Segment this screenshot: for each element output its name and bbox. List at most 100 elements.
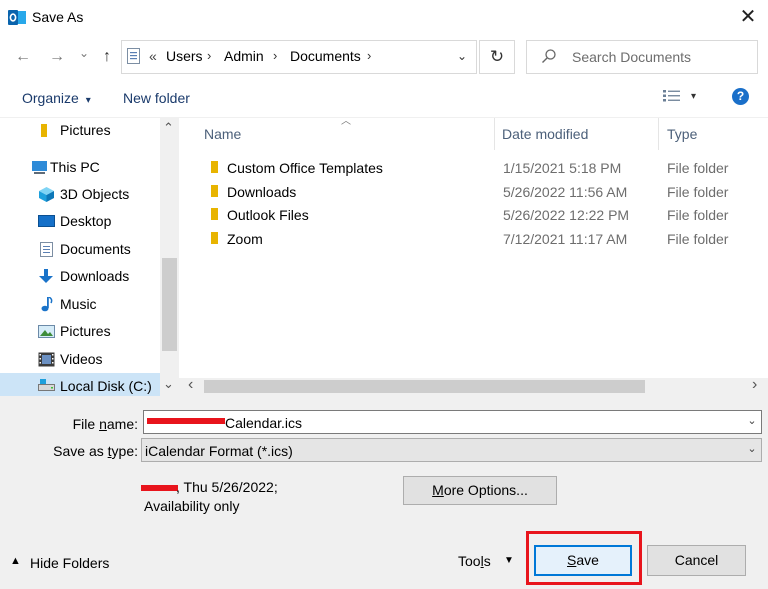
column-header-type[interactable]: Type bbox=[667, 126, 697, 142]
column-header-date-modified[interactable]: Date modified bbox=[502, 126, 588, 142]
forward-arrow-icon[interactable]: → bbox=[46, 44, 68, 70]
file-date: 5/26/2022 11:56 AM bbox=[503, 184, 628, 200]
calendar-info-line1: , Thu 5/26/2022; bbox=[176, 479, 278, 495]
file-type: File folder bbox=[667, 160, 729, 176]
hide-folders-icon[interactable]: ▲ bbox=[10, 555, 21, 567]
back-arrow-icon[interactable]: ← bbox=[12, 44, 34, 70]
breadcrumb-overflow[interactable]: « bbox=[149, 48, 157, 64]
cancel-button[interactable]: Cancel bbox=[647, 545, 746, 576]
table-row[interactable]: Zoom 7/12/2021 11:17 AM File folder bbox=[196, 227, 756, 251]
pictures-icon bbox=[38, 324, 55, 339]
file-type: File folder bbox=[667, 207, 729, 223]
3d-objects-icon bbox=[38, 187, 55, 202]
sidebar-item-music[interactable]: Music bbox=[0, 292, 160, 318]
tools-button[interactable]: Tools bbox=[458, 553, 491, 569]
scroll-down-icon[interactable]: ⌄ bbox=[163, 376, 174, 392]
title-bar bbox=[0, 0, 768, 36]
videos-icon bbox=[38, 352, 55, 367]
breadcrumb-documents[interactable]: Documents bbox=[290, 48, 361, 64]
file-name-value: Calendar.ics bbox=[225, 415, 303, 431]
folder-icon bbox=[208, 207, 221, 220]
sidebar-item-videos[interactable]: Videos bbox=[0, 347, 160, 373]
sidebar-item-local-disk[interactable]: Local Disk (C:) bbox=[0, 373, 160, 396]
sidebar-item-label: Pictures bbox=[60, 122, 111, 138]
downloads-icon bbox=[39, 269, 53, 284]
sidebar-scrollbar[interactable] bbox=[160, 118, 179, 396]
file-name: Zoom bbox=[227, 231, 263, 247]
file-name: Custom Office Templates bbox=[227, 160, 383, 176]
more-options-button[interactable]: More Options... bbox=[403, 476, 557, 505]
breadcrumb-users[interactable]: Users bbox=[166, 48, 203, 64]
breadcrumb-admin[interactable]: Admin bbox=[224, 48, 264, 64]
up-arrow-icon[interactable]: ↑ bbox=[96, 44, 118, 70]
file-type: File folder bbox=[667, 184, 729, 200]
sidebar-item-label: Documents bbox=[60, 241, 131, 257]
breadcrumb-chevron-icon[interactable]: › bbox=[367, 48, 371, 63]
sort-ascending-icon: ︿ bbox=[341, 116, 351, 127]
table-row[interactable]: Downloads 5/26/2022 11:56 AM File folder bbox=[196, 180, 756, 204]
column-divider[interactable] bbox=[494, 118, 495, 150]
file-type: File folder bbox=[667, 231, 729, 247]
file-name: Downloads bbox=[227, 184, 297, 200]
close-icon[interactable]: ✕ bbox=[734, 4, 762, 32]
sidebar-item-documents[interactable]: Documents bbox=[0, 237, 160, 263]
more-options-accel: M bbox=[432, 482, 444, 498]
save-button[interactable]: Save bbox=[534, 545, 632, 576]
outlook-app-icon bbox=[8, 9, 26, 26]
sidebar-item-downloads[interactable]: Downloads bbox=[0, 264, 160, 290]
sidebar-item-label: Videos bbox=[60, 351, 103, 367]
file-name-label-text: File bbox=[72, 416, 100, 432]
documents-icon bbox=[40, 242, 53, 257]
more-options-label: ore Options... bbox=[443, 482, 528, 498]
folder-icon bbox=[208, 231, 221, 244]
file-name: Outlook Files bbox=[227, 207, 309, 223]
sidebar-item-label: Music bbox=[60, 296, 97, 312]
redaction-mark bbox=[141, 485, 178, 491]
sidebar-scroll-thumb[interactable] bbox=[162, 258, 177, 351]
column-divider[interactable] bbox=[658, 118, 659, 150]
view-options-icon[interactable] bbox=[663, 89, 681, 103]
scroll-up-icon[interactable]: ⌃ bbox=[163, 120, 174, 136]
command-bar bbox=[0, 80, 768, 118]
sidebar-item-label: Desktop bbox=[60, 213, 112, 229]
organize-button[interactable]: Organize ▾ bbox=[22, 90, 91, 106]
refresh-icon[interactable]: ↻ bbox=[479, 40, 515, 74]
hide-folders-button[interactable]: Hide Folders bbox=[30, 555, 109, 571]
file-name-label-accel: n bbox=[99, 416, 107, 432]
sidebar-item-this-pc[interactable]: This PC bbox=[0, 155, 160, 181]
tools-dropdown-icon[interactable]: ▼ bbox=[504, 555, 514, 566]
scroll-left-icon[interactable]: ‹ bbox=[188, 376, 193, 394]
save-as-type-label-text: ype: bbox=[111, 443, 138, 459]
sidebar-item-pictures[interactable]: Pictures bbox=[0, 319, 160, 345]
chevron-down-icon[interactable]: ⌄ bbox=[743, 439, 761, 461]
sidebar-item-desktop[interactable]: Desktop bbox=[0, 209, 160, 235]
chevron-down-icon[interactable]: ⌄ bbox=[743, 411, 761, 433]
breadcrumb-chevron-icon[interactable]: › bbox=[207, 48, 211, 63]
breadcrumb-chevron-icon[interactable]: › bbox=[273, 48, 277, 63]
view-dropdown-icon[interactable]: ▾ bbox=[691, 91, 696, 102]
file-name-label-text: ame: bbox=[106, 416, 138, 432]
sidebar-item-label: 3D Objects bbox=[60, 186, 130, 202]
file-date: 1/15/2021 5:18 PM bbox=[503, 160, 622, 176]
sidebar-item-label: This PC bbox=[50, 159, 100, 175]
save-as-type-label: Save as type: bbox=[20, 443, 138, 459]
tools-label: Too bbox=[458, 553, 481, 569]
desktop-icon bbox=[38, 214, 55, 229]
new-folder-button[interactable]: New folder bbox=[123, 90, 190, 106]
horizontal-scroll-thumb[interactable] bbox=[204, 380, 645, 393]
help-icon[interactable]: ? bbox=[732, 88, 749, 105]
save-as-type-value: iCalendar Format (*.ics) bbox=[145, 443, 293, 459]
save-as-type-label-text: Save as bbox=[53, 443, 108, 459]
folder-icon bbox=[208, 160, 221, 173]
drive-icon bbox=[38, 378, 55, 393]
sidebar-item-3d-objects[interactable]: 3D Objects bbox=[0, 182, 160, 208]
recent-locations-icon[interactable]: ⌄ bbox=[73, 40, 95, 66]
pc-icon bbox=[31, 160, 48, 175]
address-dropdown-icon[interactable]: ⌄ bbox=[447, 40, 477, 74]
column-header-name[interactable]: Name bbox=[204, 126, 241, 142]
scroll-right-icon[interactable]: › bbox=[752, 376, 757, 394]
table-row[interactable]: Custom Office Templates 1/15/2021 5:18 P… bbox=[196, 156, 756, 180]
sidebar-item-pictures-quick[interactable]: Pictures bbox=[0, 118, 160, 144]
window-title: Save As bbox=[32, 9, 84, 25]
table-row[interactable]: Outlook Files 5/26/2022 12:22 PM File fo… bbox=[196, 203, 756, 227]
